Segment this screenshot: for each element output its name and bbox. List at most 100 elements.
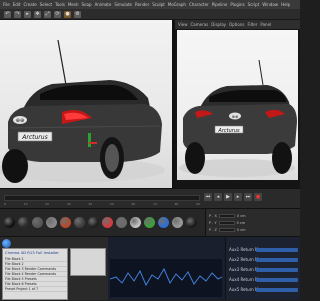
menu-tools[interactable]: Tools	[55, 0, 65, 9]
move-icon[interactable]: ✥	[34, 10, 41, 18]
attributes-panel: P . X 0 cm P . Y 0 cm P . Z 0 cm	[205, 208, 300, 236]
material-swatch[interactable]	[88, 217, 99, 228]
list-item[interactable]: Preset Project 1 of 7	[4, 287, 67, 292]
material-swatch[interactable]	[60, 217, 71, 228]
attr-value: 0 cm	[236, 220, 246, 225]
render-icon[interactable]: ●	[64, 10, 71, 18]
menu-snap[interactable]: Snap	[81, 0, 91, 9]
record-icon[interactable]: ●	[254, 193, 262, 201]
redo-icon[interactable]: ↷	[14, 10, 21, 18]
filter-menu[interactable]: Filter	[247, 22, 257, 27]
waveform-icon	[109, 267, 223, 287]
material-swatch[interactable]	[102, 217, 113, 228]
track-level-bar[interactable]	[256, 268, 298, 272]
menu-file[interactable]: File	[3, 0, 10, 9]
viewport-header: View Cameras Display Options Filter Pane…	[175, 20, 300, 29]
car-render-right: ⊕⊕ Arcturus	[179, 59, 297, 177]
material-swatch[interactable]	[4, 217, 15, 228]
menu-plugins[interactable]: Plugins	[230, 0, 244, 9]
frame-mark: 70	[153, 202, 157, 206]
frame-mark: 40	[88, 202, 93, 206]
frame-mark: 90	[196, 202, 200, 206]
frame-mark: 10	[23, 202, 28, 206]
menu-create[interactable]: Create	[23, 0, 36, 9]
menu-render[interactable]: Render	[135, 0, 149, 9]
track-level-bar[interactable]	[256, 258, 298, 262]
render-canvas: ⊕⊕ Arcturus	[177, 30, 298, 180]
timeline-panel: 0 10 20 30 40 50 60 70 80 90 ⏮ ◂ ▶ ▸ ⏭ ●	[0, 188, 300, 208]
material-swatch[interactable]	[74, 217, 85, 228]
track-label: Aux4 Return M	[229, 277, 259, 282]
view-menu[interactable]: View	[178, 22, 188, 27]
material-swatch[interactable]	[32, 217, 43, 228]
material-swatch[interactable]	[186, 217, 197, 228]
select-icon[interactable]: ▸	[24, 10, 31, 18]
menu-bar: File Edit Create Select Tools Mesh Snap …	[0, 0, 300, 9]
waveform-display	[109, 259, 223, 297]
license-plate-text-render: Arcturus	[217, 128, 240, 134]
options-menu[interactable]: Options	[229, 22, 244, 27]
step-forward-icon[interactable]: ▸	[234, 193, 242, 201]
cameras-menu[interactable]: Cameras	[191, 22, 209, 27]
go-start-icon[interactable]: ⏮	[204, 193, 212, 201]
track-label: Aux1 Return M	[229, 247, 259, 252]
timeline-scrubber[interactable]	[4, 195, 200, 201]
attr-field[interactable]	[218, 227, 235, 232]
material-swatch[interactable]	[172, 217, 183, 228]
attr-row: P . Z 0 cm	[209, 227, 246, 232]
menu-script[interactable]: Script	[248, 0, 260, 9]
undo-icon[interactable]: ↶	[4, 10, 11, 18]
material-swatch[interactable]	[116, 217, 127, 228]
track-level-bar[interactable]	[256, 288, 298, 292]
scale-icon[interactable]: ⤢	[44, 10, 51, 18]
frame-mark: 80	[174, 202, 179, 206]
frame-mark: 60	[131, 202, 136, 206]
track-level-bar[interactable]	[256, 278, 298, 282]
preview-thumbnail	[70, 248, 106, 276]
render-settings-icon[interactable]: ⚙	[74, 10, 81, 18]
menu-animate[interactable]: Animate	[95, 0, 112, 9]
material-swatch[interactable]	[144, 217, 155, 228]
attr-label: P . Z	[209, 227, 217, 232]
file-browser-area: Cinema 4D R13 Full Installer File Block …	[0, 236, 108, 300]
track-label: Aux2 Return M	[229, 257, 259, 262]
material-swatch[interactable]	[158, 217, 169, 228]
license-plate-text: Arcturus	[21, 134, 47, 141]
material-swatch[interactable]	[46, 217, 57, 228]
menu-character[interactable]: Character	[189, 0, 209, 9]
material-swatch[interactable]	[130, 217, 141, 228]
timeline-marks: 0 10 20 30 40 50 60 70 80 90	[4, 202, 200, 206]
svg-text:⊕⊕: ⊕⊕	[232, 114, 239, 119]
menu-mesh[interactable]: Mesh	[68, 0, 79, 9]
menu-edit[interactable]: Edit	[13, 0, 21, 9]
attr-field[interactable]	[218, 220, 235, 225]
track-level-bar[interactable]	[256, 248, 298, 252]
attr-value: 0 cm	[236, 227, 246, 232]
track-label: Aux3 Return M	[229, 267, 259, 272]
go-end-icon[interactable]: ⏭	[244, 193, 252, 201]
attr-row: P . Y 0 cm	[209, 220, 245, 225]
step-back-icon[interactable]: ◂	[214, 193, 222, 201]
menu-help[interactable]: Help	[281, 0, 290, 9]
playback-controls: ⏮ ◂ ▶ ▸ ⏭ ●	[204, 193, 262, 201]
attr-field[interactable]	[218, 213, 235, 218]
display-menu[interactable]: Display	[211, 22, 226, 27]
menu-pipeline[interactable]: Pipeline	[212, 0, 228, 9]
menu-mograph[interactable]: MoGraph	[168, 0, 186, 9]
menu-select[interactable]: Select	[40, 0, 52, 9]
menu-simulate[interactable]: Simulate	[114, 0, 132, 9]
panel-menu[interactable]: Panel	[260, 22, 271, 27]
file-list: File Block 1 File Block 2 File Block 3 R…	[4, 257, 67, 292]
material-swatch[interactable]	[18, 217, 29, 228]
attr-label: P . X	[209, 213, 217, 218]
rotate-icon[interactable]: ⟳	[54, 10, 61, 18]
perspective-viewport[interactable]: ⊕⊕ Arcturus	[0, 20, 172, 188]
menu-window[interactable]: Window	[262, 0, 278, 9]
render-viewport[interactable]: View Cameras Display Options Filter Pane…	[175, 20, 300, 188]
installer-window: Cinema 4D R13 Full Installer File Block …	[2, 248, 68, 300]
play-icon[interactable]: ▶	[224, 193, 232, 201]
svg-text:⊕⊕: ⊕⊕	[16, 118, 24, 124]
mixer-tracks-panel: Aux1 Return M Aux2 Return M Aux3 Return …	[225, 236, 300, 300]
attr-row: P . X 0 cm	[209, 213, 246, 218]
menu-sculpt[interactable]: Sculpt	[152, 0, 165, 9]
